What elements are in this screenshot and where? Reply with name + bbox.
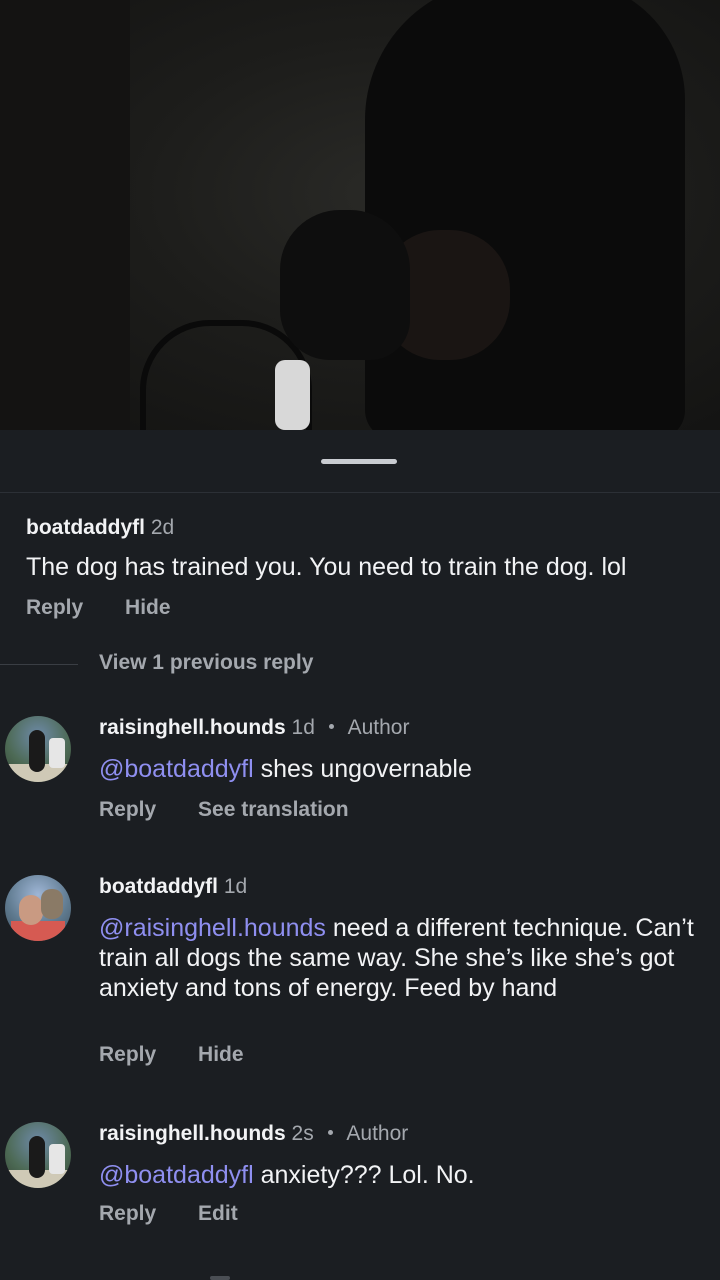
avatar[interactable] xyxy=(5,716,71,782)
video-preview[interactable] xyxy=(0,0,720,430)
comment-username[interactable]: boatdaddyfl xyxy=(26,516,145,539)
comment-header: boatdaddyfl 2d xyxy=(26,516,174,540)
comment-header: raisinghell.hounds 1d Author xyxy=(99,716,409,740)
comment-text: @boatdaddyfl anxiety??? Lol. No. xyxy=(99,1160,699,1190)
see-translation-button[interactable]: See translation xyxy=(198,798,349,821)
comment-time: 2d xyxy=(150,516,175,539)
comments-sheet: boatdaddyfl 2d The dog has trained you. … xyxy=(0,430,720,1280)
reply-item: raisinghell.hounds 2s Author @boatdaddyf… xyxy=(0,1122,720,1242)
comment-time: 2s xyxy=(291,1122,314,1145)
mention-link[interactable]: @raisinghell.hounds xyxy=(99,914,326,942)
comment-body: The dog has trained you. You need to tra… xyxy=(26,553,627,581)
video-dog-patch xyxy=(275,360,310,430)
view-previous-replies-button[interactable]: View 1 previous reply xyxy=(99,651,313,675)
view-previous-line xyxy=(0,664,78,665)
video-background xyxy=(0,0,130,430)
comment-text: The dog has trained you. You need to tra… xyxy=(26,552,706,582)
comment-username[interactable]: boatdaddyfl xyxy=(99,875,218,898)
avatar[interactable] xyxy=(5,1122,71,1188)
reply-button[interactable]: Reply xyxy=(99,798,156,821)
reply-button[interactable]: Reply xyxy=(99,1202,156,1225)
video-person-silhouette xyxy=(365,0,685,430)
comment-actions: Reply Hide xyxy=(99,1043,280,1067)
comment-time: 1d xyxy=(223,875,248,898)
separator-dot xyxy=(327,1129,333,1135)
avatar[interactable] xyxy=(5,875,71,941)
comment-header: boatdaddyfl 1d xyxy=(99,875,247,899)
hide-button[interactable]: Hide xyxy=(198,1043,244,1066)
comment-text: @boatdaddyfl shes ungovernable xyxy=(99,754,699,784)
next-comment-peek xyxy=(210,1276,230,1280)
comment-header: raisinghell.hounds 2s Author xyxy=(99,1122,408,1146)
video-dog-shape xyxy=(280,210,410,360)
comment-username[interactable]: raisinghell.hounds xyxy=(99,716,286,739)
edit-button[interactable]: Edit xyxy=(198,1202,238,1225)
comment-actions: Reply Edit xyxy=(99,1202,274,1226)
author-badge: Author xyxy=(346,1122,409,1145)
reply-item: boatdaddyfl 1d @raisinghell.hounds need … xyxy=(0,875,720,1075)
separator-dot xyxy=(328,723,334,729)
author-badge: Author xyxy=(347,716,410,739)
hide-button[interactable]: Hide xyxy=(125,596,171,619)
comment-actions: Reply Hide xyxy=(26,596,207,620)
comment-username[interactable]: raisinghell.hounds xyxy=(99,1122,286,1145)
comment-item: boatdaddyfl 2d The dog has trained you. … xyxy=(0,510,720,620)
sheet-divider xyxy=(0,492,720,493)
comment-body: anxiety??? Lol. No. xyxy=(253,1161,475,1189)
reply-item: raisinghell.hounds 1d Author @boatdaddyf… xyxy=(0,716,720,836)
comment-body: shes ungovernable xyxy=(253,755,472,783)
mention-link[interactable]: @boatdaddyfl xyxy=(99,755,254,783)
sheet-drag-handle[interactable] xyxy=(321,459,397,464)
reply-button[interactable]: Reply xyxy=(26,596,83,619)
comment-actions: Reply See translation xyxy=(99,798,385,822)
comment-time: 1d xyxy=(291,716,315,739)
reply-button[interactable]: Reply xyxy=(99,1043,156,1066)
comment-text: @raisinghell.hounds need a different tec… xyxy=(99,913,699,1003)
mention-link[interactable]: @boatdaddyfl xyxy=(99,1161,254,1189)
